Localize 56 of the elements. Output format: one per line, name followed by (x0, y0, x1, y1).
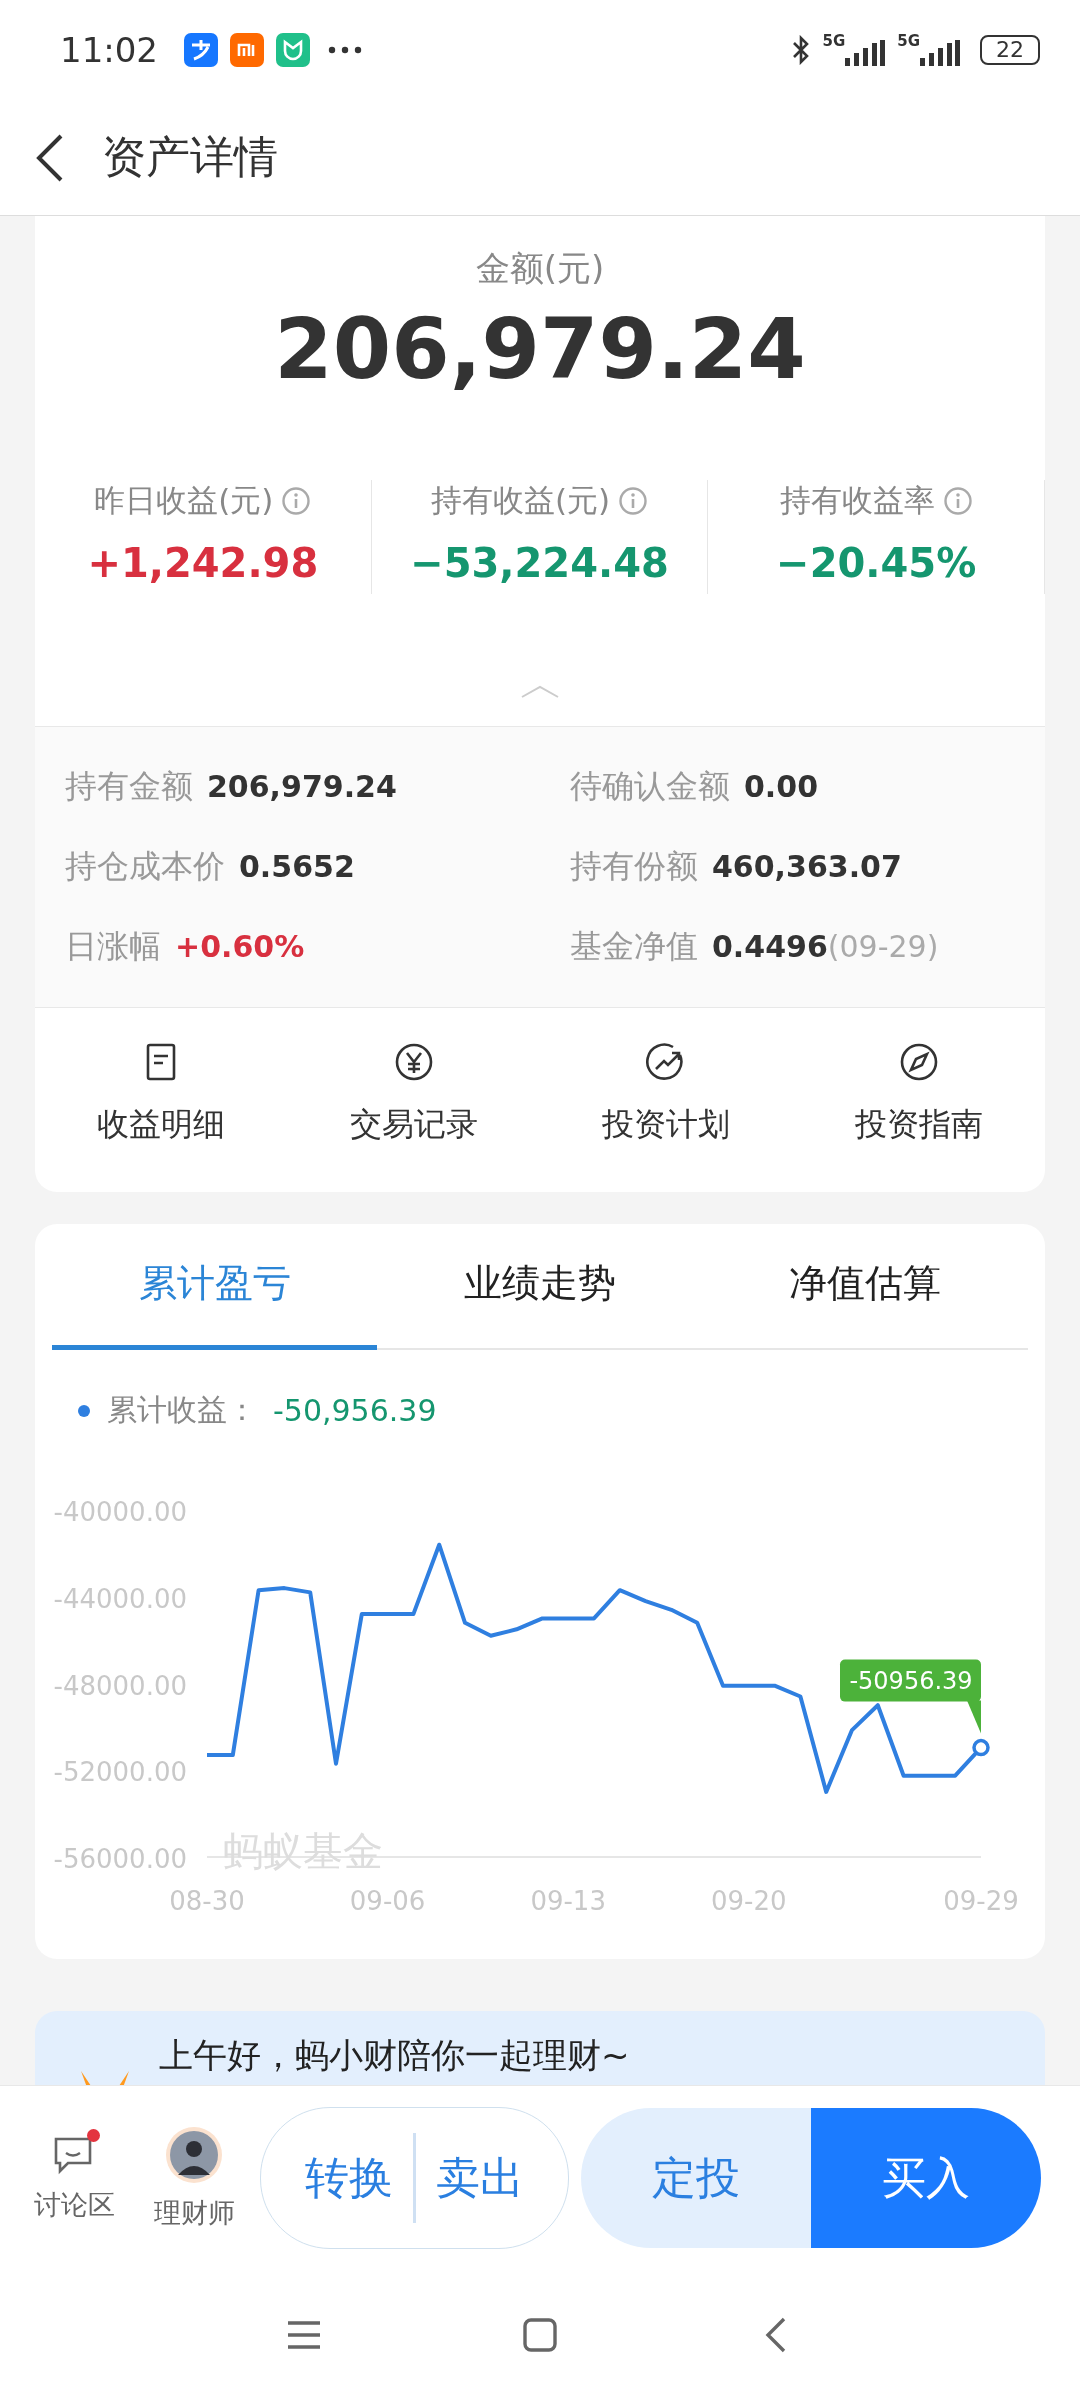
home-icon[interactable] (520, 2315, 560, 2355)
action-item[interactable]: 投资计划 (540, 1042, 793, 1147)
detail-label: 持有金额 (65, 766, 193, 807)
detail-value: 460,363.07 (712, 849, 902, 884)
back-icon[interactable] (35, 132, 65, 183)
action-item[interactable]: 收益明细 (35, 1042, 288, 1147)
chart-tab[interactable]: 净值估算 (702, 1224, 1028, 1350)
amount-value: 206,979.24 (274, 300, 806, 398)
stat-value: +1,242.98 (87, 540, 319, 586)
plan-button[interactable]: 定投 (581, 2108, 811, 2248)
avatar-icon (164, 2125, 224, 2185)
trade-button[interactable]: 转换 (285, 2148, 413, 2208)
app-icon (184, 33, 218, 67)
bottom-link[interactable]: 讨论区 (14, 2133, 134, 2223)
compass-icon (898, 1042, 939, 1082)
bottom-link[interactable]: 理财师 (134, 2125, 254, 2231)
yen-icon (393, 1042, 434, 1082)
stat-label: 持有收益(元) (430, 481, 611, 520)
greeting-text: 上午好，蚂小财陪你一起理财~ (159, 2035, 630, 2075)
detail-date: (09-29) (827, 929, 939, 964)
app-icon (276, 33, 310, 67)
buy-button[interactable]: 买入 (811, 2108, 1041, 2248)
value-tooltip: -50956.39 (840, 1659, 981, 1734)
stat-label: 持有收益率 (779, 481, 935, 520)
detail-value: 206,979.24 (207, 769, 397, 804)
detail-label: 待确认金额 (570, 766, 730, 807)
stat-label: 昨日收益(元) (94, 481, 274, 520)
detail-value: 0.00 (744, 769, 819, 804)
stat-value: −20.45% (776, 540, 977, 586)
chart-tab[interactable]: 累计盈亏 (52, 1224, 378, 1350)
detail-label: 持仓成本价 (65, 846, 225, 887)
trade-button[interactable]: 卖出 (416, 2148, 544, 2208)
legend-label: 累计收益： (107, 1391, 257, 1429)
amount-label: 金额(元) (475, 247, 605, 290)
detail-value: 0.4496 (712, 929, 828, 964)
chart-tab[interactable]: 业绩走势 (377, 1224, 703, 1350)
action-item[interactable]: 交易记录 (287, 1042, 540, 1147)
detail-label: 基金净值 (570, 926, 698, 967)
battery-indicator: 22 (980, 35, 1040, 65)
detail-value: 0.5652 (239, 849, 355, 884)
detail-label: 日涨幅 (65, 926, 161, 967)
bluetooth-icon (790, 35, 811, 65)
more-icon (328, 46, 362, 54)
signal-icon (920, 40, 960, 66)
signal-icon (845, 40, 886, 66)
action-item[interactable]: 投资指南 (792, 1042, 1045, 1147)
detail-label: 持有份额 (570, 846, 698, 887)
stat-value: −53,224.48 (410, 540, 669, 586)
legend-value: -50,956.39 (273, 1393, 437, 1428)
detail-value: +0.60% (175, 929, 305, 964)
app-icon (230, 33, 264, 67)
network-label: 5G (897, 34, 920, 49)
page-title: 资产详情 (102, 130, 278, 184)
status-time: 11:02 (60, 30, 158, 70)
network-label: 5G (822, 34, 846, 49)
point-marker (972, 1738, 990, 1757)
